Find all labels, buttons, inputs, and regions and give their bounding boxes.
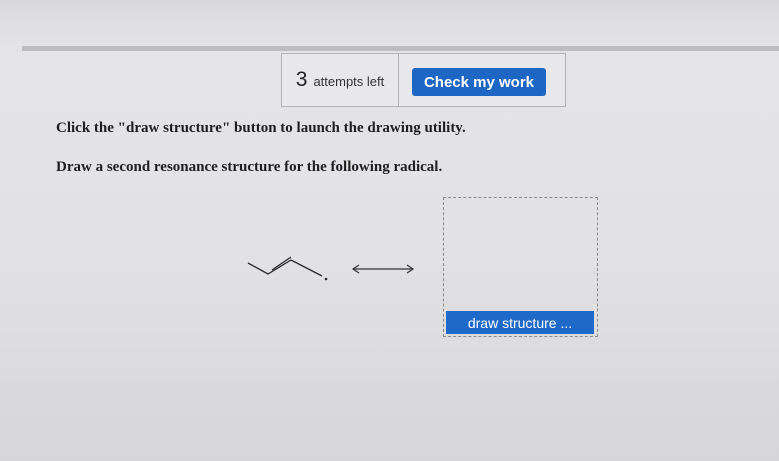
instruction-question: Draw a second resonance structure for th… <box>56 159 443 175</box>
radical-dot <box>324 277 328 281</box>
draw-structure-button[interactable]: draw structure ... <box>446 311 594 334</box>
instruction-launch: Click the "draw structure" button to lau… <box>56 120 466 136</box>
resonance-arrow-icon <box>351 264 415 274</box>
double-bond-line <box>271 256 292 271</box>
attempts-label: attempts left <box>313 74 385 89</box>
allyl-radical-structure <box>247 256 328 281</box>
attempts-counter: 3 attempts left <box>282 54 399 106</box>
check-my-work-button[interactable]: Check my work <box>412 68 546 96</box>
carbon-chain <box>247 259 323 277</box>
attempt-bar: 3 attempts left Check my work <box>281 53 566 107</box>
top-divider <box>22 46 779 51</box>
attempts-count: 3 <box>295 68 308 91</box>
